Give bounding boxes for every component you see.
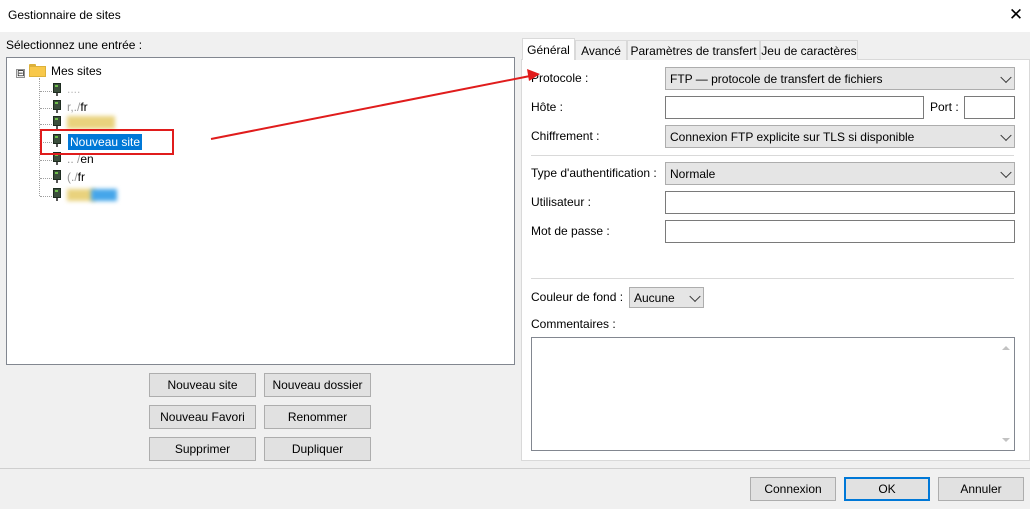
annotation-arrow-line xyxy=(210,75,531,140)
annotation-arrow-head xyxy=(527,69,540,81)
annotation-arrow xyxy=(210,69,540,140)
tab-general[interactable]: Général xyxy=(522,38,575,60)
